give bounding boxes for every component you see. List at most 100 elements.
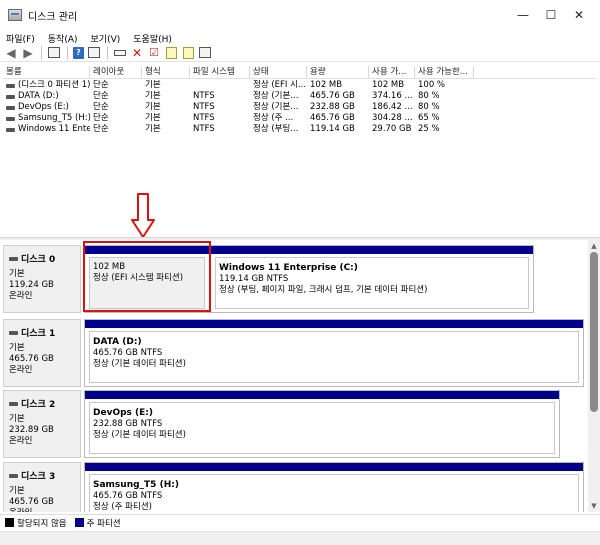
disk-0-info[interactable]: 디스크 0 기본 119.24 GB 온라인	[3, 245, 81, 313]
disk-icon	[9, 473, 18, 478]
cell-layout: 단순	[93, 80, 109, 90]
annotation-highlight-box	[83, 241, 211, 312]
column-layout[interactable]: 레이아웃	[90, 66, 142, 79]
back-icon[interactable]: ◀	[4, 46, 18, 60]
disk-type: 기본	[9, 343, 25, 353]
disk-3-info[interactable]: 디스크 3 기본 465.76 GB 온라인	[3, 462, 81, 512]
menu-file[interactable]: 파일(F)	[6, 32, 35, 45]
partition-devops[interactable]: DevOps (E:) 232.88 GB NTFS 정상 (기본 데이터 파티…	[84, 390, 560, 458]
partition-status: 정상 (주 파티션)	[93, 502, 152, 512]
column-filesystem[interactable]: 파일 시스템	[190, 66, 250, 79]
disk-icon	[9, 256, 18, 261]
partition-size: 465.76 GB NTFS	[93, 491, 163, 501]
toolbar-separator	[107, 45, 108, 60]
partition-data[interactable]: DATA (D:) 465.76 GB NTFS 정상 (기본 데이터 파티션)	[84, 319, 584, 387]
scrollbar-thumb[interactable]	[590, 252, 598, 412]
search-document-icon[interactable]	[181, 46, 195, 60]
partition-samsung[interactable]: Samsung_T5 (H:) 465.76 GB NTFS 정상 (주 파티션…	[84, 462, 584, 512]
disk-2-info[interactable]: 디스크 2 기본 232.89 GB 온라인	[3, 390, 81, 458]
cell-volume: DevOps (E:)	[3, 102, 90, 113]
properties-icon[interactable]	[87, 46, 101, 60]
volume-name: DevOps (E:)	[18, 102, 69, 112]
primary-partition-bar	[85, 391, 559, 399]
primary-partition-bar	[211, 246, 533, 254]
cell-filesystem	[190, 80, 250, 91]
table-row[interactable]: (디스크 0 파티션 1) 단순 기본 정상 (EFI 시... 102 MB …	[3, 80, 597, 91]
menu-action[interactable]: 동작(A)	[48, 32, 78, 45]
disk-size: 465.76 GB	[9, 497, 54, 507]
disk-management-icon	[8, 9, 22, 21]
partition-name: DevOps (E:)	[93, 408, 153, 418]
title-bar: 디스크 관리 — ☐ ✕	[0, 0, 600, 30]
disk-icon	[9, 401, 18, 406]
cell-status: 정상 (기본...	[253, 102, 299, 112]
primary-partition-swatch	[74, 518, 84, 527]
cell-free-space: 186.42 ...	[372, 102, 413, 112]
console-tree-icon[interactable]	[47, 46, 61, 60]
cell-status: 정상 (EFI 시...	[253, 80, 307, 90]
table-row[interactable]: Samsung_T5 (H:) 단순 기본 NTFS 정상 (주 ... 465…	[3, 113, 597, 124]
volume-name: DATA (D:)	[18, 91, 59, 101]
disk-title: 디스크 3	[9, 469, 80, 482]
close-button[interactable]: ✕	[556, 0, 600, 30]
cell-volume: Samsung_T5 (H:)	[3, 113, 90, 124]
disk-state: 온라인	[9, 508, 80, 512]
partition-body: DATA (D:) 465.76 GB NTFS 정상 (기본 데이터 파티션)	[89, 331, 579, 383]
volume-name: Windows 11 Ente...	[18, 124, 90, 134]
cell-layout: 단순	[93, 91, 109, 101]
cell-free-space: 304.28 ...	[372, 113, 413, 123]
disk-1-info[interactable]: 디스크 1 기본 465.76 GB 온라인	[3, 319, 81, 387]
connect-icon[interactable]	[113, 46, 127, 60]
partition-status: 정상 (부팅, 페이지 파일, 크래시 덤프, 기본 데이터 파티션)	[219, 285, 428, 295]
annotation-arrow-icon	[131, 193, 155, 238]
settings-window-icon[interactable]	[198, 46, 212, 60]
forward-icon[interactable]: ▶	[21, 46, 35, 60]
drive-icon	[6, 83, 15, 88]
disk-title: 디스크 0	[9, 252, 80, 265]
cell-percent-free: 100 %	[418, 80, 446, 90]
cell-status: 정상 (주 ...	[253, 113, 294, 123]
column-capacity[interactable]: 용량	[307, 66, 369, 79]
disk-icon	[9, 330, 18, 335]
partition-status: 정상 (기본 데이터 파티션)	[93, 359, 186, 369]
cell-type: 기본	[145, 102, 161, 112]
legend: 할당되지 않음 주 파티션	[0, 514, 600, 530]
cell-filesystem: NTFS	[193, 102, 215, 112]
menu-help[interactable]: 도움말(H)	[133, 32, 172, 45]
cell-filesystem: NTFS	[193, 124, 215, 134]
unallocated-swatch	[5, 518, 14, 527]
status-bar	[0, 531, 600, 545]
menu-view[interactable]: 보기(V)	[91, 32, 121, 45]
toolbar: ◀ ▶ ? ✕ ☑	[0, 44, 600, 62]
cell-percent-free: 80 %	[418, 91, 440, 101]
legend-primary-partition: 주 파티션	[86, 518, 121, 529]
cell-status: 정상 (기본...	[253, 91, 299, 101]
cell-capacity: 465.76 GB	[310, 91, 355, 101]
partition-size: 119.14 GB NTFS	[219, 274, 289, 284]
column-free-space[interactable]: 사용 가...	[369, 66, 415, 79]
column-percent-free[interactable]: 사용 가능한...	[415, 66, 474, 79]
column-volume[interactable]: 볼륨	[3, 66, 90, 79]
help-icon[interactable]: ?	[73, 46, 84, 59]
scroll-down-icon[interactable]: ▼	[589, 501, 599, 511]
cell-layout: 단순	[93, 113, 109, 123]
table-row[interactable]: DevOps (E:) 단순 기본 NTFS 정상 (기본... 232.88 …	[3, 102, 597, 113]
check-icon[interactable]: ☑	[147, 46, 161, 60]
partition-status: 정상 (기본 데이터 파티션)	[93, 430, 186, 440]
scroll-up-icon[interactable]: ▲	[589, 241, 599, 251]
cell-layout: 단순	[93, 124, 109, 134]
cell-percent-free: 80 %	[418, 102, 440, 112]
table-row[interactable]: Windows 11 Ente... 단순 기본 NTFS 정상 (부팅... …	[3, 124, 597, 135]
delete-icon[interactable]: ✕	[130, 46, 144, 60]
new-document-icon[interactable]	[164, 46, 178, 60]
table-row[interactable]: DATA (D:) 단순 기본 NTFS 정상 (기본... 465.76 GB…	[3, 91, 597, 102]
cell-free-space: 29.70 GB	[372, 124, 412, 134]
column-type[interactable]: 형식	[142, 66, 190, 79]
cell-volume: (디스크 0 파티션 1)	[3, 80, 90, 91]
toolbar-separator	[67, 45, 68, 60]
volume-list-header: 볼륨 레이아웃 형식 파일 시스템 상태 용량 사용 가... 사용 가능한..…	[3, 66, 597, 79]
column-status[interactable]: 상태	[250, 66, 307, 79]
partition-windows[interactable]: Windows 11 Enterprise (C:) 119.14 GB NTF…	[210, 245, 534, 313]
cell-free-space: 374.16 ...	[372, 91, 413, 101]
drive-icon	[6, 94, 15, 99]
